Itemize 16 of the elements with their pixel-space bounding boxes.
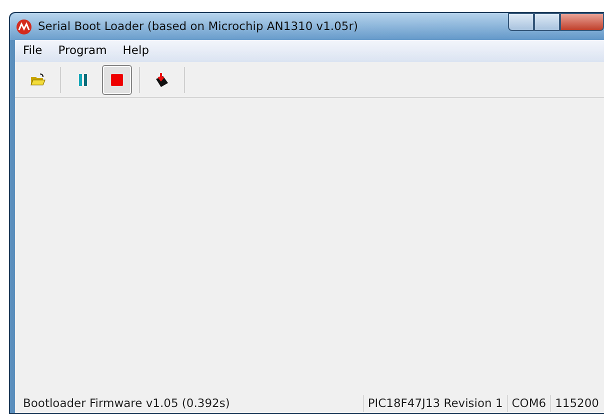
- window-title: Serial Boot Loader (based on Microchip AN1310 v1.05r): [38, 18, 358, 35]
- status-panel: PIC18F47J13 Revision 1: [362, 394, 507, 412]
- chip-download-icon: [154, 72, 170, 88]
- app-logo-icon: [16, 18, 32, 34]
- folder-icon: [30, 72, 46, 88]
- status-message: Bootloader Firmware v1.05 (0.392s): [23, 394, 230, 412]
- stop-icon: [109, 72, 125, 88]
- menu-item[interactable]: Program: [50, 42, 115, 60]
- close-button[interactable]: [560, 13, 604, 31]
- status-panel: COM6: [506, 394, 550, 412]
- stop-button[interactable]: [102, 64, 132, 94]
- menu-item[interactable]: Help: [114, 42, 157, 60]
- minimize-button[interactable]: [508, 13, 534, 31]
- status-panel: 115200: [550, 394, 603, 412]
- maximize-button[interactable]: [534, 13, 560, 31]
- menu-item[interactable]: File: [15, 42, 50, 60]
